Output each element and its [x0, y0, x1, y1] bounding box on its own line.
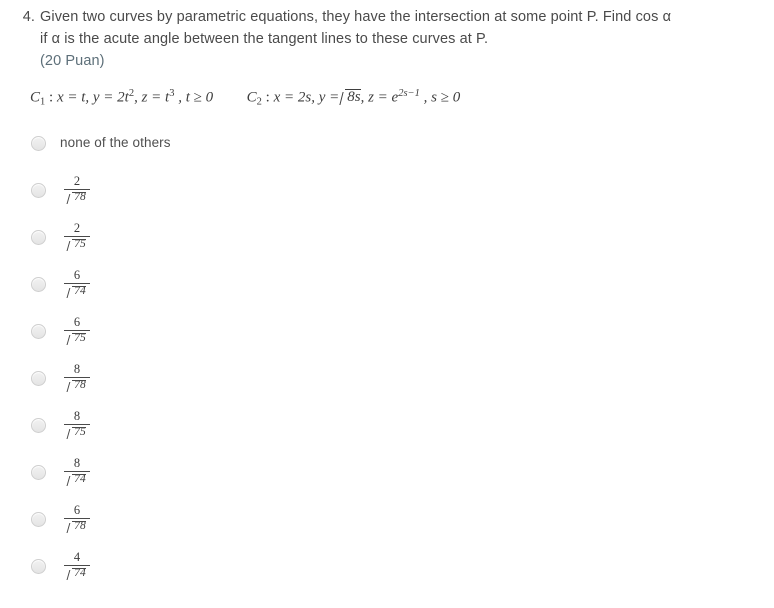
question-points: (20 Puan) — [40, 53, 105, 69]
option-row[interactable]: 6 75 — [0, 316, 774, 363]
square-root-icon: 75 — [68, 332, 86, 345]
curve-2-equation: C2 : x = 2s, y = 8s, z = e2s−1 , s ≥ 0 — [247, 88, 461, 107]
fraction-numerator: 6 — [73, 315, 81, 329]
square-root-icon: 74 — [68, 473, 86, 486]
curve-1-y-tail: , — [134, 89, 138, 106]
square-root-icon: 75 — [68, 426, 86, 439]
fraction-denominator: 78 — [64, 378, 90, 392]
radio-button-icon[interactable] — [31, 277, 46, 292]
curve-2-z-exponent: 2s−1 — [398, 88, 420, 99]
question-number: 4. — [22, 9, 35, 25]
radio-button-icon[interactable] — [31, 512, 46, 527]
question-text-line-2: if α is the acute angle between the tang… — [40, 31, 489, 47]
parametric-equations: C1 : x = t, y = 2t2, z = t3 , t ≥ 0 C2 :… — [30, 88, 460, 107]
fraction-denominator: 74 — [64, 284, 90, 298]
option-label: none of the others — [60, 135, 171, 150]
curve-1-z: z = t — [141, 89, 170, 106]
fraction-denominator: 75 — [64, 237, 90, 251]
option-row[interactable]: 8 74 — [0, 457, 774, 504]
fraction-numerator: 2 — [73, 221, 81, 235]
option-row[interactable]: 8 75 — [0, 410, 774, 457]
square-root-icon: 78 — [68, 191, 86, 204]
curve-1-domain: , t ≥ 0 — [178, 89, 214, 106]
fraction-denominator: 74 — [64, 566, 90, 580]
curve-1-colon: : — [49, 89, 54, 106]
curve-1-x: x = t, — [56, 89, 90, 106]
fraction-numerator: 4 — [73, 550, 81, 564]
option-row[interactable]: 6 74 — [0, 269, 774, 316]
option-fraction: 8 78 — [64, 363, 90, 391]
square-root-icon: 75 — [68, 238, 86, 251]
curve-2-subscript: 2 — [256, 96, 262, 108]
option-fraction: 6 78 — [64, 504, 90, 532]
curve-2-domain: , s ≥ 0 — [423, 89, 461, 106]
option-row[interactable]: 6 78 — [0, 504, 774, 551]
option-fraction: 4 74 — [64, 551, 90, 579]
fraction-numerator: 6 — [73, 503, 81, 517]
option-row[interactable]: 8 78 — [0, 363, 774, 410]
radio-button-icon[interactable] — [31, 371, 46, 386]
radio-button-icon[interactable] — [31, 559, 46, 574]
curve-2-y-prefix: y = — [318, 89, 340, 106]
question-line-1: 4. Given two curves by parametric equati… — [18, 6, 766, 28]
fraction-denominator: 78 — [64, 190, 90, 204]
option-row[interactable]: 2 75 — [0, 222, 774, 269]
option-fraction: 8 74 — [64, 457, 90, 485]
answer-options-list: none of the others 2 78 2 75 6 74 6 75 8… — [0, 128, 774, 598]
fraction-denominator: 78 — [64, 519, 90, 533]
curve-2-y-tail: , — [360, 89, 365, 106]
curve-1-y: y = 2t — [92, 89, 129, 106]
square-root-icon: 74 — [68, 285, 86, 298]
option-fraction: 8 75 — [64, 410, 90, 438]
radio-button-icon[interactable] — [31, 230, 46, 245]
option-fraction: 6 75 — [64, 316, 90, 344]
curve-2-z: z = e — [368, 89, 399, 106]
radio-button-icon[interactable] — [31, 324, 46, 339]
fraction-numerator: 8 — [73, 362, 81, 376]
square-root-icon: 78 — [68, 520, 86, 533]
option-row[interactable]: none of the others — [0, 128, 774, 175]
radio-button-icon[interactable] — [31, 465, 46, 480]
fraction-numerator: 6 — [73, 268, 81, 282]
fraction-numerator: 2 — [73, 174, 81, 188]
square-root-icon: 74 — [68, 567, 86, 580]
curve-1-z-exponent: 3 — [169, 88, 175, 99]
question-text-line-1: Given two curves by parametric equations… — [40, 9, 672, 25]
fraction-numerator: 8 — [73, 456, 81, 470]
option-row[interactable]: 2 78 — [0, 175, 774, 222]
option-fraction: 2 78 — [64, 175, 90, 203]
radio-button-icon[interactable] — [31, 418, 46, 433]
option-fraction: 2 75 — [64, 222, 90, 250]
square-root-icon: 78 — [68, 379, 86, 392]
option-fraction: 6 74 — [64, 269, 90, 297]
curve-1-subscript: 1 — [40, 96, 46, 108]
radio-button-icon[interactable] — [31, 183, 46, 198]
curve-2-colon: : — [265, 89, 270, 106]
curve-2-name: C — [246, 89, 257, 106]
curve-1-equation: C1 : x = t, y = 2t2, z = t3 , t ≥ 0 — [30, 88, 213, 107]
fraction-denominator: 75 — [64, 425, 90, 439]
fraction-numerator: 8 — [73, 409, 81, 423]
curve-1-name: C — [30, 89, 41, 106]
curve-2-x: x = 2s, — [273, 89, 315, 106]
fraction-denominator: 74 — [64, 472, 90, 486]
curve-2-y-radical: 8s — [340, 88, 361, 106]
fraction-denominator: 75 — [64, 331, 90, 345]
question-block: 4. Given two curves by parametric equati… — [18, 6, 766, 73]
radio-button-icon[interactable] — [31, 136, 46, 151]
option-row[interactable]: 4 74 — [0, 551, 774, 598]
